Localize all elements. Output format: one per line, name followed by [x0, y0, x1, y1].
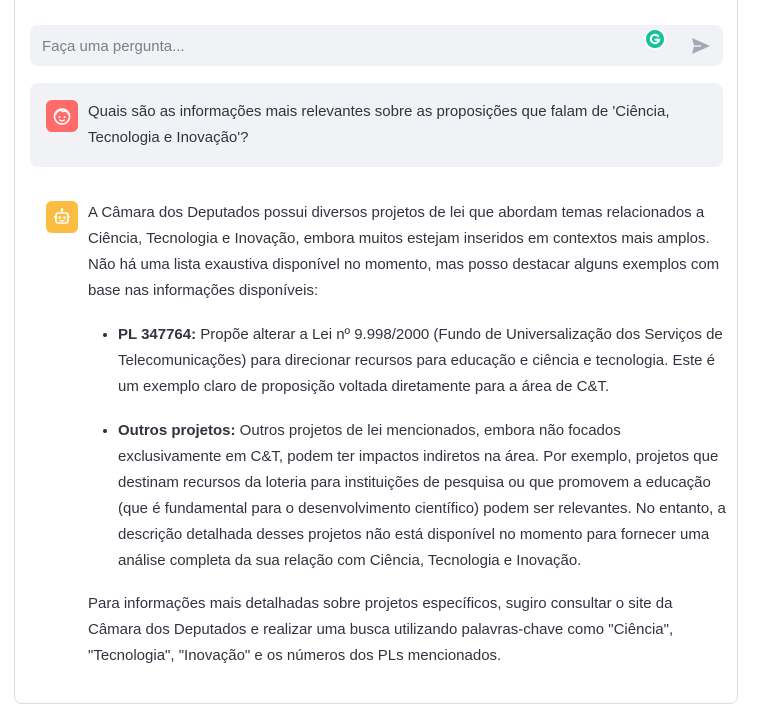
robot-icon: [54, 208, 70, 224]
assistant-message-body: A Câmara dos Deputados possui diversos p…: [88, 200, 728, 669]
list-item: PL 347764: Propõe alterar a Lei nº 9.998…: [118, 321, 728, 400]
user-message-text: Quais são as informações mais relevantes…: [88, 103, 670, 146]
user-avatar: [46, 100, 78, 132]
chat-input[interactable]: [40, 25, 634, 68]
grammarly-icon[interactable]: [644, 28, 666, 50]
list-item-title: Outros projetos:: [118, 422, 236, 439]
assistant-list: PL 347764: Propõe alterar a Lei nº 9.998…: [88, 321, 728, 574]
list-item: Outros projetos: Outros projetos de lei …: [118, 417, 728, 574]
assistant-intro: A Câmara dos Deputados possui diversos p…: [88, 204, 720, 299]
list-item-title: PL 347764:: [118, 326, 197, 343]
chat-input-bar: [30, 25, 723, 68]
user-message: Quais são as informações mais relevantes…: [30, 83, 723, 167]
list-item-text: Outros projetos de lei mencionados, embo…: [118, 422, 726, 569]
assistant-avatar: [46, 201, 78, 233]
user-face-icon: [53, 108, 71, 125]
send-button[interactable]: [689, 34, 713, 58]
send-icon: [692, 38, 710, 54]
assistant-closing: Para informações mais detalhadas sobre p…: [88, 595, 674, 664]
list-item-text: Propõe alterar a Lei nº 9.998/2000 (Fund…: [118, 326, 723, 395]
